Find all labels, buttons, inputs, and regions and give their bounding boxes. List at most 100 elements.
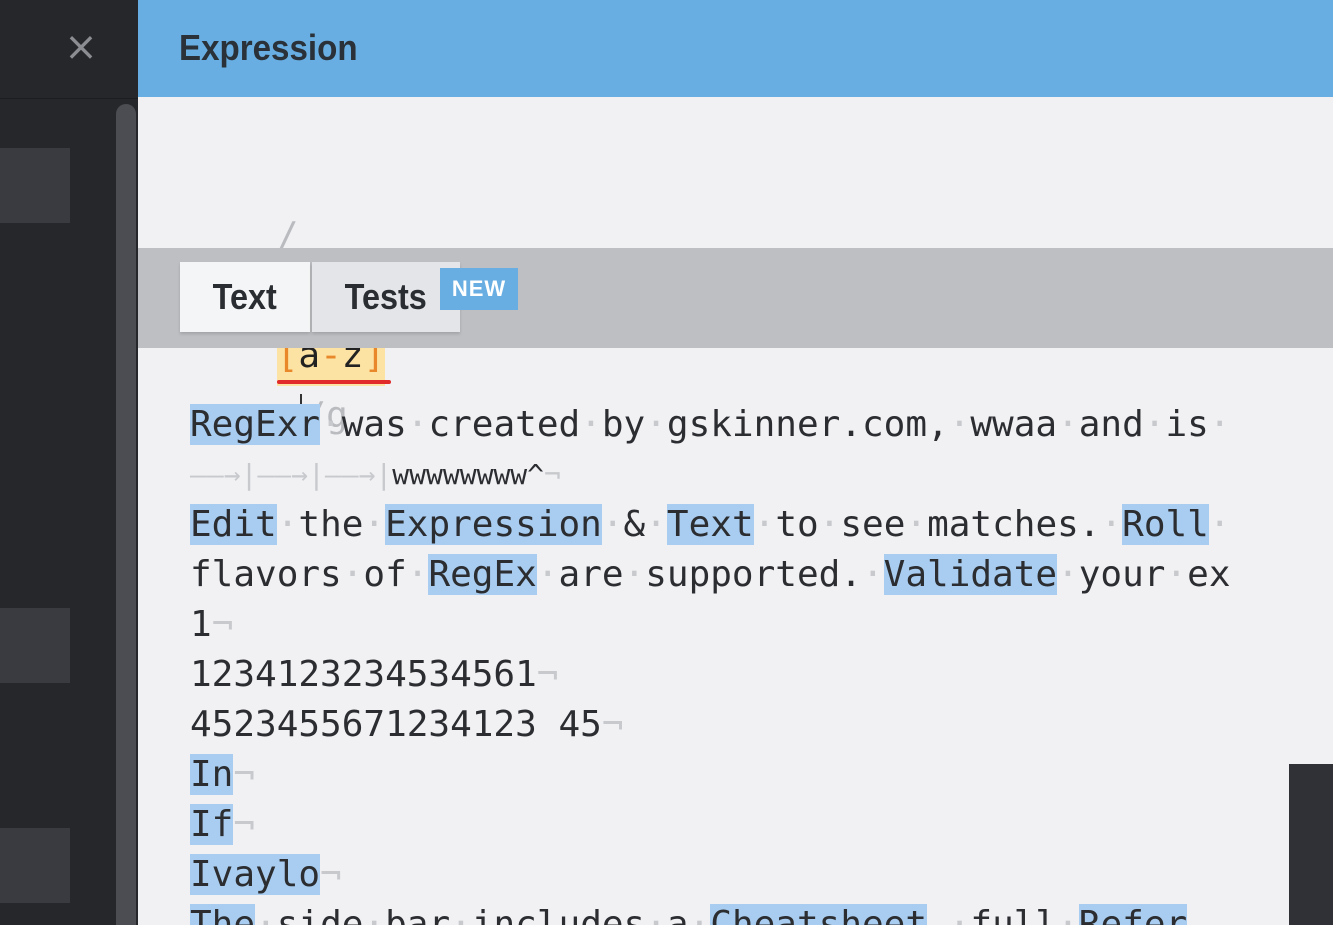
text-token: wwaa (970, 404, 1058, 445)
sidebar-topbar: × (0, 0, 138, 99)
text-line: RegExr·was·created·by·gskinner.com,·wwaa… (190, 400, 1231, 450)
sidebar-scrollbar[interactable] (116, 104, 136, 925)
video-thumbnail (1289, 764, 1333, 925)
whitespace-marker: · (645, 904, 667, 925)
text-token: see (840, 504, 906, 545)
regex-match: In (190, 754, 234, 795)
whitespace-marker: · (1165, 554, 1188, 595)
text-token: to (775, 504, 819, 545)
close-icon[interactable]: × (62, 27, 100, 67)
text-token: 1 (190, 604, 212, 645)
text-token: full (970, 904, 1058, 925)
text-line: ——→|——→|——→|wwwwwwww^¬ (190, 450, 561, 500)
whitespace-marker: · (948, 404, 971, 445)
text-token: matches. (927, 504, 1101, 545)
text-token: is (1165, 404, 1209, 445)
tab-markers: ——→|——→|——→| (190, 458, 393, 491)
whitespace-marker: ¬ (233, 804, 256, 845)
text-token: bar (385, 904, 451, 925)
text-token: your (1078, 554, 1166, 595)
whitespace-marker: · (320, 404, 342, 445)
whitespace-marker: · (406, 554, 429, 595)
regex-match: Cheatsheet (710, 904, 928, 925)
text-token: created (428, 404, 581, 445)
regex-match: Ivaylo (190, 854, 321, 895)
new-badge: NEW (440, 268, 518, 310)
whitespace-marker: · (753, 504, 776, 545)
tab-bar: Text Tests NEW (138, 248, 1333, 348)
whitespace-marker: · (818, 504, 841, 545)
whitespace-marker: · (1057, 904, 1079, 925)
text-token: supported. (645, 554, 862, 595)
text-line: In¬ (190, 750, 255, 800)
whitespace-marker: · (450, 904, 472, 925)
text-token: of (363, 554, 407, 595)
tab-text-label: Text (212, 276, 278, 317)
text-line: The·side·bar·includes·a·Cheatsheet,·full… (190, 900, 1188, 925)
text-line: Ivaylo¬ (190, 850, 342, 900)
whitespace-marker: · (1057, 554, 1079, 595)
regex-match: If (190, 804, 234, 845)
text-line: 1¬ (190, 600, 233, 650)
text-token: gskinner.com, (666, 404, 949, 445)
newline-marker: ¬ (544, 458, 561, 491)
whitespace-marker: · (948, 904, 971, 925)
text-token: includes (471, 904, 646, 925)
whitespace-marker: · (341, 554, 364, 595)
regex-match: Roll (1122, 504, 1209, 545)
tab-tests-label: Tests (344, 276, 428, 317)
text-token: 1234123234534561 (190, 654, 537, 695)
text-line: 1234123234534561¬ (190, 650, 558, 700)
whitespace-marker: · (276, 504, 299, 545)
text-line-content: wwwwwwww^ (392, 458, 545, 491)
regex-match: The (190, 904, 256, 925)
text-token: flavors (190, 554, 342, 595)
text-line: flavors·of·RegEx·are·supported.·Validate… (190, 550, 1231, 600)
text-token: a (666, 904, 689, 925)
whitespace-marker: · (1208, 404, 1231, 445)
text-token: , (927, 904, 949, 925)
regex-match: Expression (385, 504, 602, 545)
sidebar-item[interactable] (0, 828, 70, 903)
whitespace-marker: · (601, 504, 624, 545)
expression-header: Expression (138, 0, 1333, 97)
whitespace-marker: · (645, 504, 667, 545)
whitespace-marker: · (1100, 504, 1123, 545)
whitespace-marker: ¬ (601, 704, 624, 745)
regex-match: Refer (1078, 904, 1188, 925)
text-token: and (1078, 404, 1144, 445)
text-token: 4523455671234123 45 (190, 704, 602, 745)
text-token: ex (1187, 554, 1231, 595)
whitespace-marker: · (363, 504, 386, 545)
error-underline (276, 380, 391, 384)
text-token: side (276, 904, 364, 925)
whitespace-marker: ¬ (320, 854, 342, 895)
sidebar-item[interactable] (0, 148, 70, 223)
whitespace-marker: · (536, 554, 559, 595)
sidebar: × (0, 0, 138, 925)
whitespace-marker: ¬ (536, 654, 559, 695)
whitespace-marker: · (1057, 404, 1079, 445)
whitespace-marker: · (580, 404, 602, 445)
page-title: Expression (179, 27, 358, 68)
sidebar-item[interactable] (0, 608, 70, 683)
whitespace-marker: · (905, 504, 928, 545)
text-line: Edit·the·Expression·&·Text·to·see·matche… (190, 500, 1231, 550)
whitespace-marker: · (861, 554, 884, 595)
text-editor[interactable]: RegExr·was·created·by·gskinner.com,·wwaa… (190, 400, 1333, 925)
text-token: by (601, 404, 646, 445)
whitespace-marker: · (255, 904, 277, 925)
expression-input[interactable]: / [A-Z] [a-z] +/g (190, 146, 391, 440)
text-token: are (558, 554, 624, 595)
text-line: 4523455671234123 45¬ (190, 700, 624, 750)
tab-text[interactable]: Text (180, 262, 310, 332)
whitespace-marker: · (1143, 404, 1166, 445)
text-token: & (623, 504, 646, 545)
whitespace-marker: · (688, 904, 711, 925)
whitespace-marker: · (1208, 504, 1231, 545)
tab-tests[interactable]: Tests (312, 262, 460, 332)
whitespace-marker: · (406, 404, 429, 445)
regex-match: Text (666, 504, 754, 545)
whitespace-marker: ¬ (233, 754, 256, 795)
text-token: was (341, 404, 407, 445)
